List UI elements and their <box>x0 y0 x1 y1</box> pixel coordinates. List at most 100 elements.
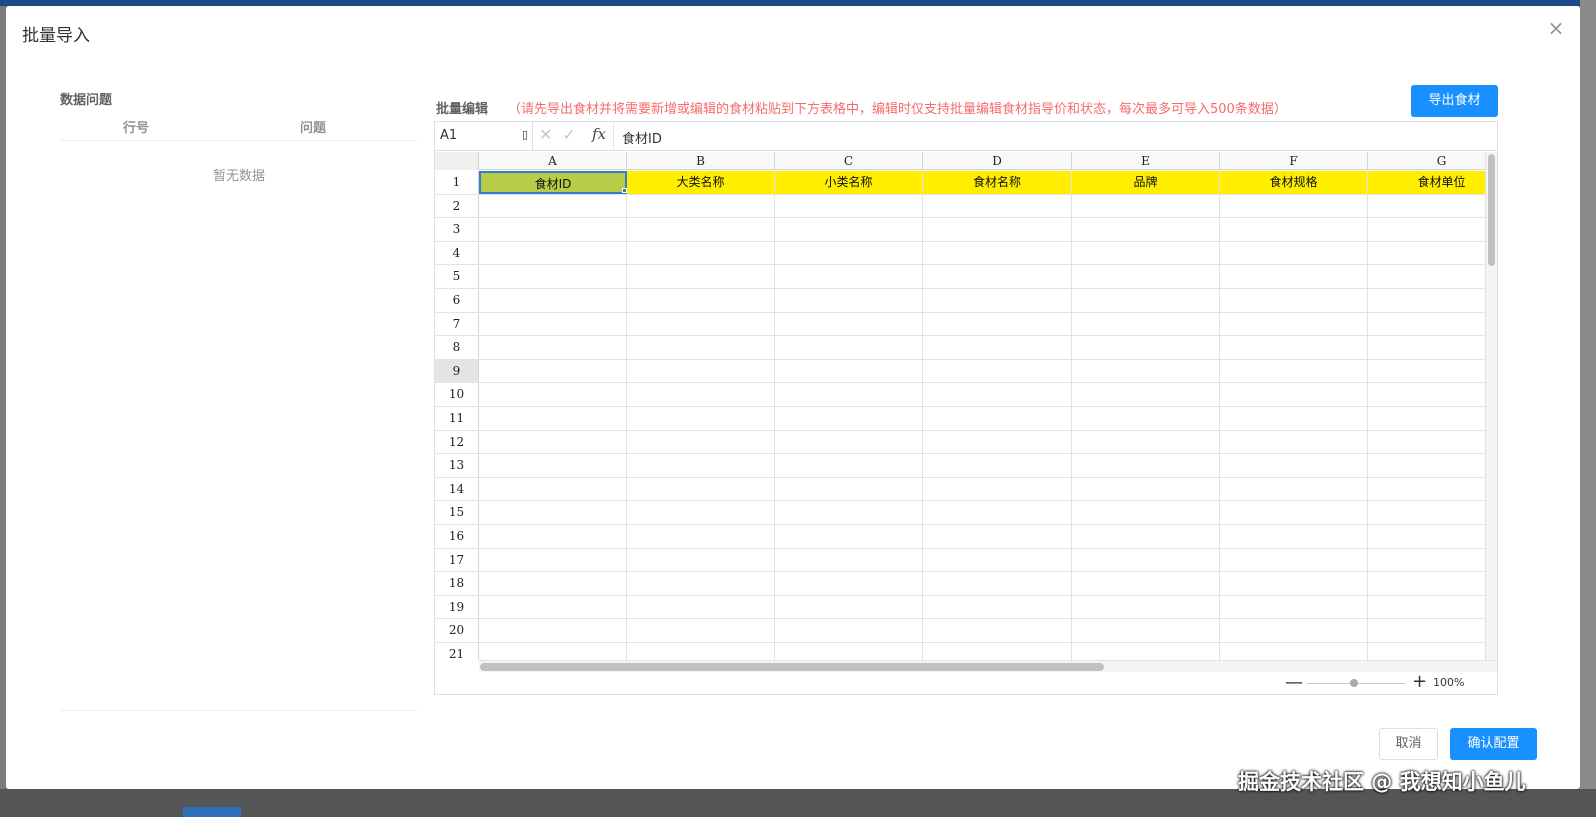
cell-b7[interactable] <box>627 312 775 336</box>
row-header[interactable]: 14 <box>435 477 479 501</box>
row-header[interactable]: 15 <box>435 501 479 524</box>
cell-b19[interactable] <box>627 595 775 619</box>
cell-d13[interactable] <box>923 454 1072 477</box>
cell-c16[interactable] <box>775 525 923 548</box>
cell-c8[interactable] <box>775 336 923 359</box>
cell-g7[interactable] <box>1368 313 1485 336</box>
cell-e19[interactable] <box>1072 595 1220 619</box>
cell-d1[interactable]: 食材名称 <box>923 171 1072 194</box>
cell-b5[interactable] <box>627 265 775 288</box>
cell-c4[interactable] <box>775 241 923 265</box>
cell-e17[interactable] <box>1072 548 1220 572</box>
cell-b9[interactable] <box>627 359 775 383</box>
cell-e11[interactable] <box>1072 407 1220 430</box>
cell-b15[interactable] <box>627 501 775 524</box>
cell-g21[interactable] <box>1368 643 1485 660</box>
cell-d19[interactable] <box>923 595 1072 619</box>
cell-d4[interactable] <box>923 241 1072 265</box>
cell-f18[interactable] <box>1220 572 1368 595</box>
cell-f12[interactable] <box>1220 430 1368 454</box>
cell-f14[interactable] <box>1220 477 1368 501</box>
cell-d8[interactable] <box>923 336 1072 359</box>
vertical-scrollbar[interactable] <box>1485 152 1497 660</box>
cell-b10[interactable] <box>627 383 775 406</box>
cell-c3[interactable] <box>775 218 923 241</box>
cell-d17[interactable] <box>923 548 1072 572</box>
cell-g1[interactable]: 食材单位 <box>1368 171 1485 194</box>
cell-e4[interactable] <box>1072 241 1220 265</box>
row-header[interactable]: 7 <box>435 312 479 336</box>
cell-g4[interactable] <box>1368 242 1485 265</box>
cell-g15[interactable] <box>1368 501 1485 524</box>
column-header-d[interactable]: D <box>923 152 1072 170</box>
cell-b21[interactable] <box>627 643 775 660</box>
cell-a20[interactable] <box>479 619 627 642</box>
cell-d3[interactable] <box>923 218 1072 241</box>
cell-e8[interactable] <box>1072 336 1220 359</box>
fx-icon[interactable]: fx <box>592 125 606 143</box>
cell-f21[interactable] <box>1220 643 1368 660</box>
cell-e14[interactable] <box>1072 477 1220 501</box>
cell-d5[interactable] <box>923 265 1072 288</box>
select-all-corner[interactable] <box>435 152 479 170</box>
column-header-c[interactable]: C <box>775 152 923 170</box>
cell-a18[interactable] <box>479 572 627 595</box>
cell-e3[interactable] <box>1072 218 1220 241</box>
cell-g14[interactable] <box>1368 478 1485 501</box>
row-header[interactable]: 16 <box>435 525 479 548</box>
cell-g11[interactable] <box>1368 407 1485 430</box>
cell-c5[interactable] <box>775 265 923 288</box>
cell-d6[interactable] <box>923 289 1072 312</box>
cancel-edit-icon[interactable]: ✕ <box>539 125 552 144</box>
cell-g19[interactable] <box>1368 596 1485 619</box>
cell-a16[interactable] <box>479 525 627 548</box>
cell-a15[interactable] <box>479 501 627 524</box>
row-header[interactable]: 13 <box>435 454 479 477</box>
cell-b6[interactable] <box>627 289 775 312</box>
cell-d12[interactable] <box>923 430 1072 454</box>
cell-b17[interactable] <box>627 548 775 572</box>
cell-b1[interactable]: 大类名称 <box>627 171 775 194</box>
cell-a5[interactable] <box>479 265 627 288</box>
cell-c12[interactable] <box>775 430 923 454</box>
cell-a14[interactable] <box>479 477 627 501</box>
cell-f7[interactable] <box>1220 312 1368 336</box>
cell-b4[interactable] <box>627 241 775 265</box>
cell-b13[interactable] <box>627 454 775 477</box>
cell-b3[interactable] <box>627 218 775 241</box>
cell-name-box[interactable]: A1 ▯ <box>435 122 533 150</box>
row-header[interactable]: 1 <box>435 171 479 194</box>
cell-g2[interactable] <box>1368 195 1485 218</box>
cell-c11[interactable] <box>775 407 923 430</box>
cell-g10[interactable] <box>1368 383 1485 406</box>
cell-e9[interactable] <box>1072 359 1220 383</box>
row-header[interactable]: 8 <box>435 336 479 359</box>
cell-a11[interactable] <box>479 407 627 430</box>
column-header-b[interactable]: B <box>627 152 775 170</box>
cell-a2[interactable] <box>479 194 627 218</box>
row-header[interactable]: 12 <box>435 430 479 454</box>
cell-b16[interactable] <box>627 525 775 548</box>
cell-c18[interactable] <box>775 572 923 595</box>
cell-e15[interactable] <box>1072 501 1220 524</box>
cell-e18[interactable] <box>1072 572 1220 595</box>
cell-e20[interactable] <box>1072 619 1220 642</box>
cell-c19[interactable] <box>775 595 923 619</box>
cell-a21[interactable] <box>479 643 627 660</box>
column-header-e[interactable]: E <box>1072 152 1220 170</box>
cell-g8[interactable] <box>1368 336 1485 359</box>
cell-d18[interactable] <box>923 572 1072 595</box>
cell-f16[interactable] <box>1220 525 1368 548</box>
cell-g17[interactable] <box>1368 549 1485 572</box>
cell-f4[interactable] <box>1220 241 1368 265</box>
fill-handle[interactable] <box>622 188 627 193</box>
cell-d21[interactable] <box>923 643 1072 660</box>
cell-c17[interactable] <box>775 548 923 572</box>
cell-a8[interactable] <box>479 336 627 359</box>
cell-a3[interactable] <box>479 218 627 241</box>
cell-a9[interactable] <box>479 359 627 383</box>
cell-f1[interactable]: 食材规格 <box>1220 171 1368 194</box>
cell-e10[interactable] <box>1072 383 1220 406</box>
cell-f8[interactable] <box>1220 336 1368 359</box>
cell-g3[interactable] <box>1368 218 1485 241</box>
